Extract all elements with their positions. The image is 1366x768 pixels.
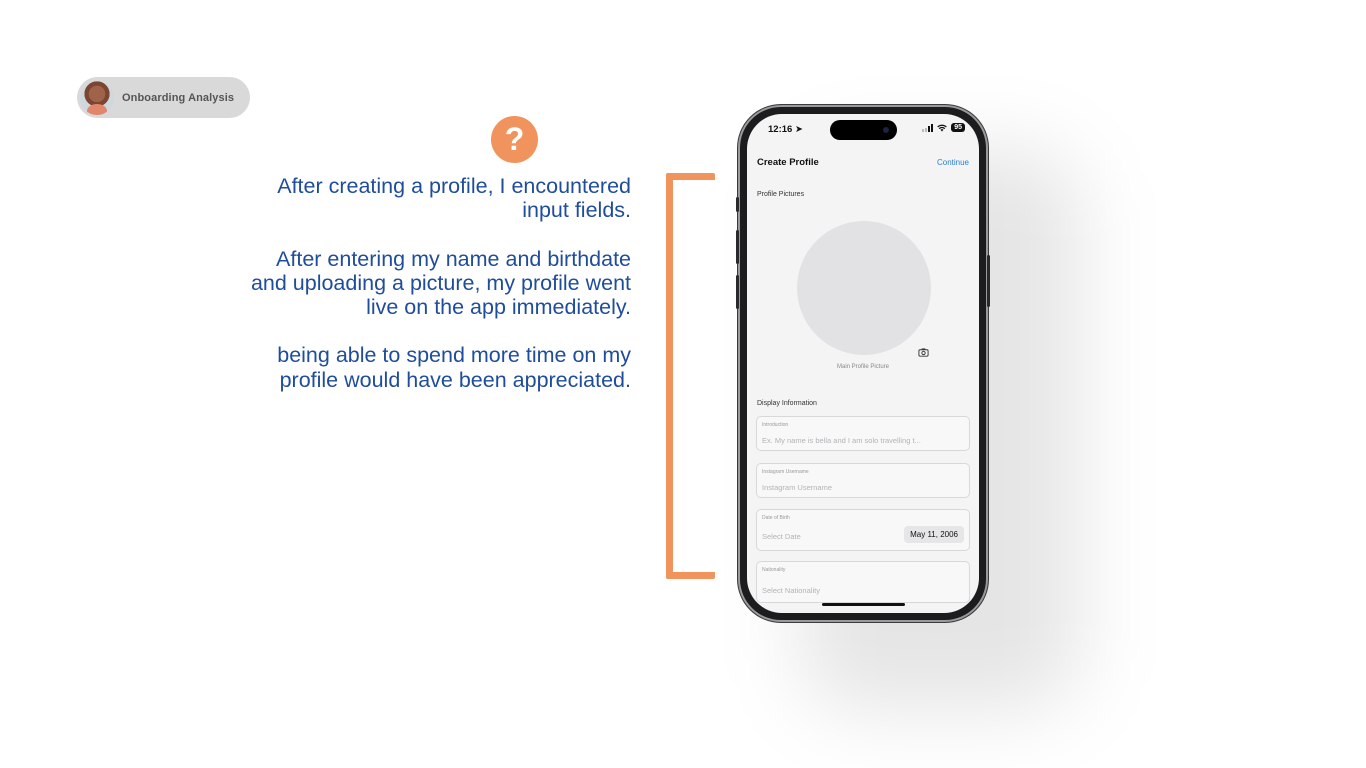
action-button — [736, 197, 739, 212]
dynamic-island — [830, 120, 897, 140]
status-bar: 12:16 ➤ 95 — [747, 114, 979, 144]
bracket-divider — [666, 173, 715, 579]
home-indicator[interactable] — [822, 603, 905, 606]
instagram-username-placeholder: Instagram Username — [762, 483, 833, 492]
continue-button[interactable]: Continue — [937, 158, 969, 167]
introduction-placeholder: Ex. My name is bella and I am solo trave… — [762, 436, 921, 445]
status-time: 12:16 ➤ — [768, 124, 803, 135]
date-of-birth-field[interactable]: Date of Birth Select Date May 11, 2006 — [756, 509, 970, 551]
wifi-icon — [937, 124, 948, 131]
display-information-label: Display Information — [757, 400, 817, 407]
analysis-notes: After creating a profile, I encountered … — [250, 174, 631, 416]
signal-icon — [922, 123, 934, 132]
battery-icon: 95 — [951, 123, 965, 132]
date-of-birth-label: Date of Birth — [762, 515, 790, 521]
badge-label: Onboarding Analysis — [122, 91, 235, 104]
volume-down-button — [736, 275, 739, 309]
power-button — [987, 255, 990, 307]
nationality-placeholder: Select Nationality — [762, 586, 820, 595]
avatar — [80, 80, 114, 115]
instagram-username-field[interactable]: Instagram Username Instagram Username — [756, 463, 970, 498]
main-profile-picture[interactable] — [797, 221, 931, 355]
onboarding-analysis-badge: Onboarding Analysis — [77, 77, 250, 118]
phone-screen: 12:16 ➤ 95 Create Profile Continue Profi… — [747, 114, 979, 613]
main-profile-picture-caption: Main Profile Picture — [836, 364, 890, 370]
instagram-username-label: Instagram Username — [762, 469, 809, 475]
introduction-label: Introduction — [762, 422, 789, 428]
status-icons: 95 — [922, 123, 965, 132]
date-of-birth-value[interactable]: May 11, 2006 — [904, 526, 964, 543]
nationality-field[interactable]: Nationality Select Nationality — [756, 561, 970, 603]
phone-mockup: 12:16 ➤ 95 Create Profile Continue Profi… — [736, 105, 990, 622]
camera-icon[interactable] — [918, 347, 929, 358]
volume-up-button — [736, 230, 739, 264]
note-2: After entering my name and birthdate and… — [250, 246, 631, 320]
profile-pictures-label: Profile Pictures — [757, 191, 805, 198]
question-icon: ? — [491, 116, 538, 163]
nationality-label: Nationality — [762, 567, 786, 573]
note-1: After creating a profile, I encountered … — [277, 174, 631, 223]
date-of-birth-placeholder: Select Date — [762, 532, 801, 541]
note-3: being able to spend more time on my prof… — [277, 343, 631, 392]
page-title: Create Profile — [757, 157, 819, 168]
introduction-field[interactable]: Introduction Ex. My name is bella and I … — [756, 416, 970, 451]
